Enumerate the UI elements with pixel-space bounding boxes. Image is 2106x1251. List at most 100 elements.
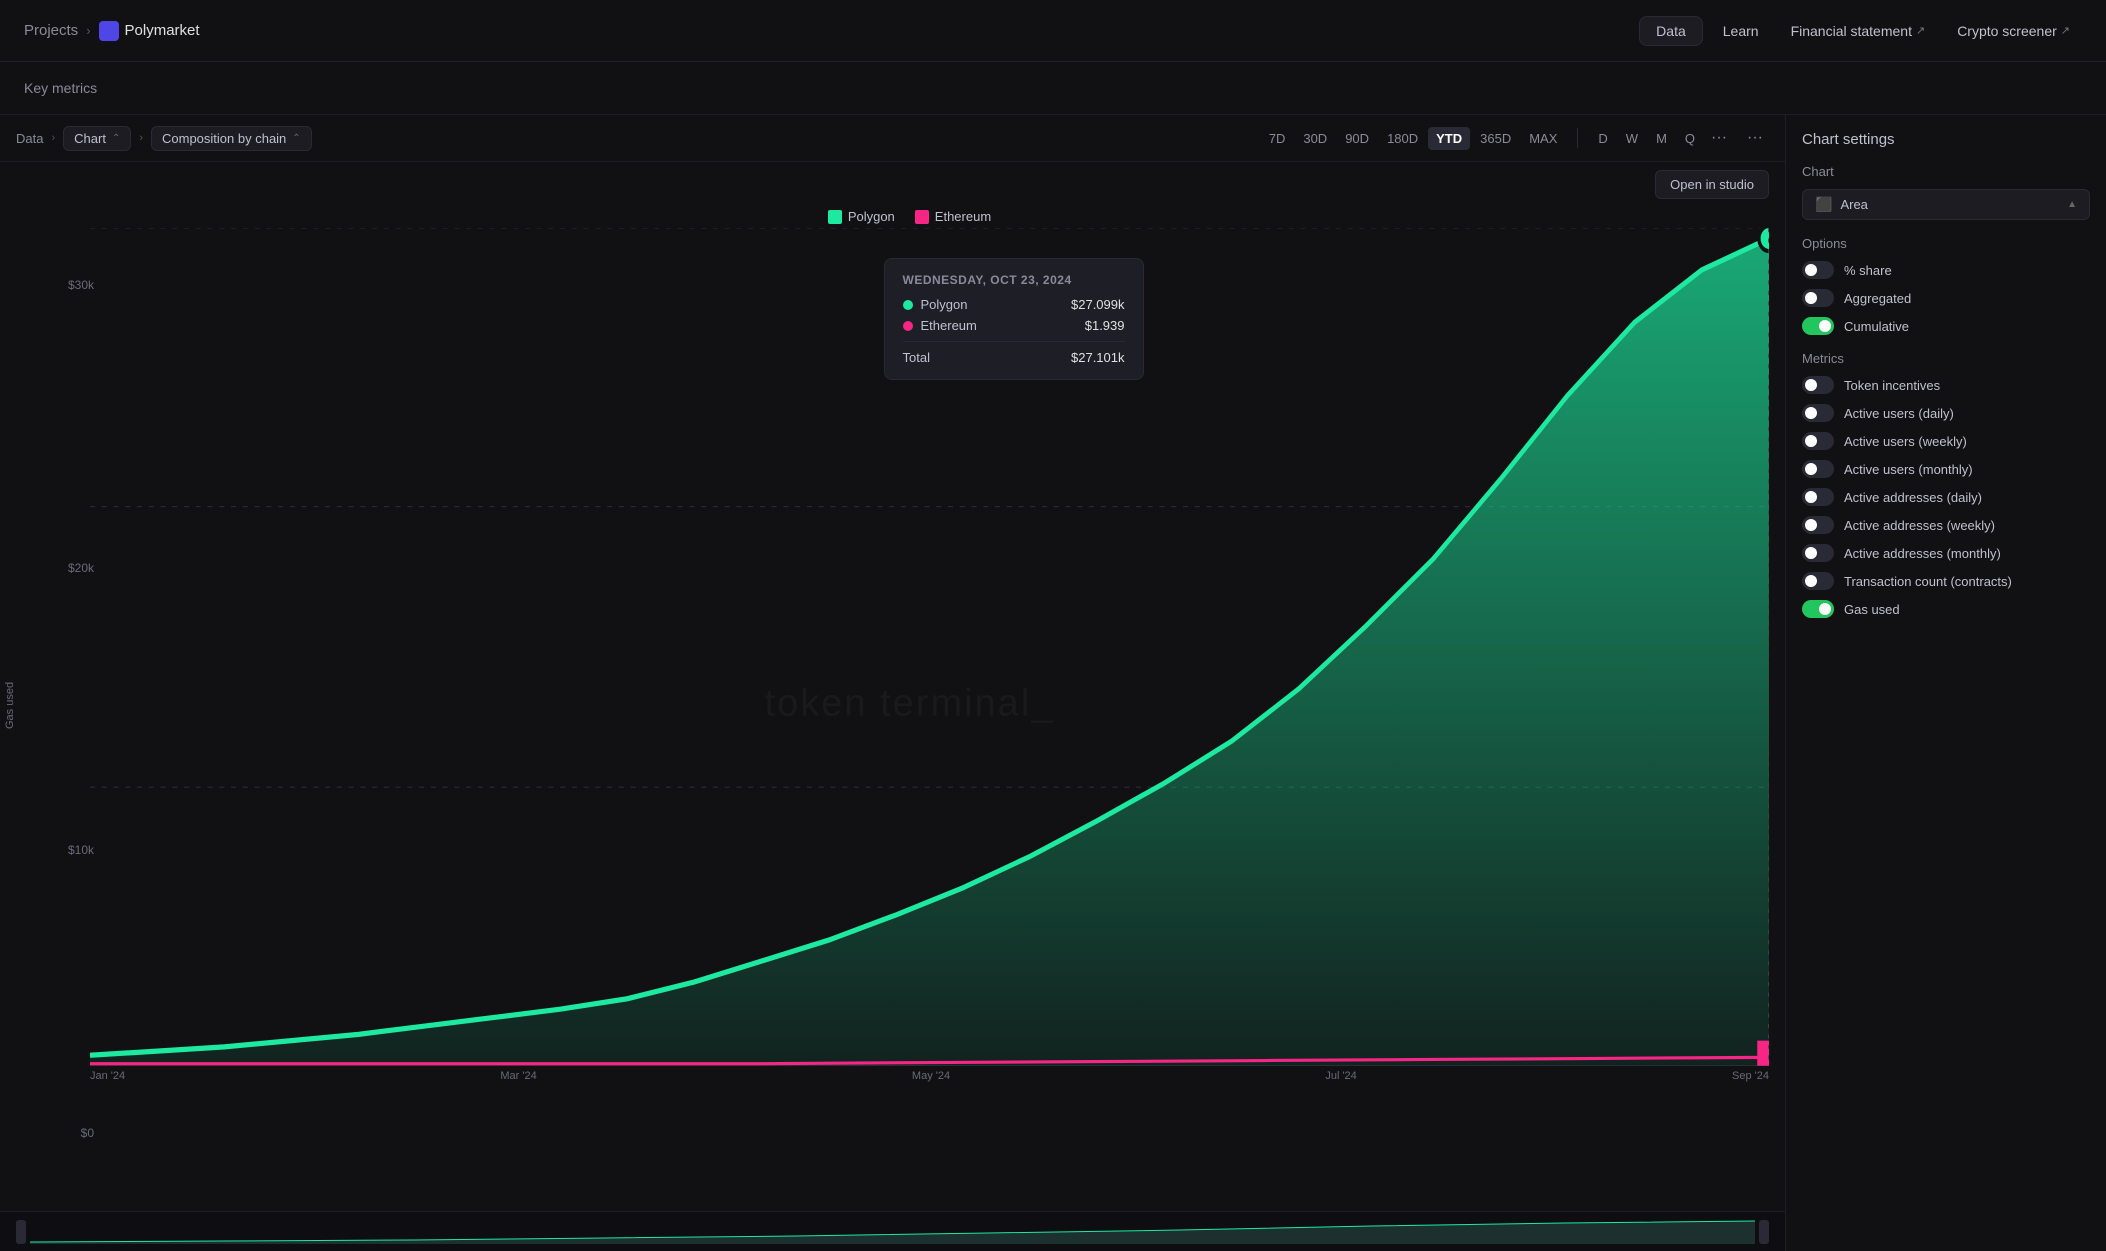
tooltip-dot-polygon <box>903 300 913 310</box>
y-axis-title: Gas used <box>4 199 16 1211</box>
tooltip-value-polygon: $27.099k <box>1071 297 1125 312</box>
y-label-0: $0 <box>81 1126 94 1140</box>
studio-btn-row: Open in studio <box>0 162 1785 199</box>
frequency-buttons: D W M Q ··· <box>1590 125 1733 151</box>
external-link-icon: ↗ <box>1916 24 1925 37</box>
toolbar-chevron-2: › <box>139 132 143 144</box>
crypto-screener-button[interactable]: Crypto screener ↗ <box>1945 17 2082 45</box>
open-in-studio-button[interactable]: Open in studio <box>1655 170 1769 199</box>
toolbar-chevron-1: › <box>51 132 55 144</box>
toggle-cumulative-btn[interactable] <box>1802 317 1834 335</box>
composition-selector[interactable]: Composition by chain ⌃ <box>151 126 312 151</box>
toggle-active-users-monthly-btn[interactable] <box>1802 460 1834 478</box>
toggle-active-users-daily-label: Active users (daily) <box>1844 406 1954 421</box>
metric-gas-used: Gas used <box>1802 600 2090 618</box>
y-axis-labels: $30k $20k $10k $0 <box>54 278 94 1140</box>
chart-section-label: Chart <box>1802 164 2090 179</box>
time-btn-30d[interactable]: 30D <box>1295 127 1335 150</box>
time-btn-7d[interactable]: 7D <box>1261 127 1294 150</box>
tooltip-total-label: Total <box>903 350 1064 365</box>
polymarket-icon <box>99 21 119 41</box>
topnav-right: Data Learn Financial statement ↗ Crypto … <box>1639 16 2082 46</box>
metric-active-users-weekly: Active users (weekly) <box>1802 432 2090 450</box>
mini-chart-area <box>0 1211 1785 1251</box>
financial-statement-button[interactable]: Financial statement ↗ <box>1779 17 1938 45</box>
legend-polygon: Polygon <box>828 209 895 224</box>
data-button[interactable]: Data <box>1639 16 1703 46</box>
x-label-sep: Sep '24 <box>1732 1070 1769 1082</box>
freq-btn-m[interactable]: M <box>1648 125 1675 151</box>
tooltip-total-value: $27.101k <box>1071 350 1125 365</box>
chart-type-dropdown[interactable]: ⬛ Area ▲ <box>1802 189 2090 220</box>
composition-label: Composition by chain <box>162 131 286 146</box>
time-btn-max[interactable]: MAX <box>1521 127 1565 150</box>
chart-type-caret: ▲ <box>2067 199 2077 210</box>
time-btn-365d[interactable]: 365D <box>1472 127 1519 150</box>
polygon-crosshair <box>1759 228 1769 251</box>
toggle-token-incentives-label: Token incentives <box>1844 378 1940 393</box>
chart-type-label: Area <box>1840 197 2059 212</box>
toggle-active-addresses-monthly-btn[interactable] <box>1802 544 1834 562</box>
tooltip-row-ethereum: Ethereum $1.939 <box>903 318 1125 333</box>
time-btn-ytd[interactable]: YTD <box>1428 127 1470 150</box>
freq-btn-q[interactable]: Q <box>1677 125 1703 151</box>
chart-legend: Polygon Ethereum <box>50 199 1769 228</box>
tooltip-dot-ethereum <box>903 321 913 331</box>
toolbar-data-label[interactable]: Data <box>16 131 43 146</box>
toolbar-divider <box>1577 128 1578 148</box>
toggle-active-addresses-daily-btn[interactable] <box>1802 488 1834 506</box>
toggle-active-users-daily-btn[interactable] <box>1802 404 1834 422</box>
mini-chart-handle-left[interactable] <box>16 1220 26 1244</box>
chart-container: Polygon Ethereum Gas used $30k $20k $10k <box>0 199 1785 1211</box>
y-label-20k: $20k <box>68 561 94 575</box>
toggle-transaction-count-btn[interactable] <box>1802 572 1834 590</box>
chart-toolbar: Data › Chart ⌃ › Composition by chain ⌃ … <box>0 115 1785 162</box>
key-metrics-label: Key metrics <box>24 80 97 96</box>
legend-label-ethereum: Ethereum <box>935 209 991 224</box>
toolbar-dots-button[interactable]: ··· <box>1741 125 1769 151</box>
x-axis: Jan '24 Mar '24 May '24 Jul '24 Sep '24 <box>90 1066 1769 1082</box>
metric-active-users-monthly: Active users (monthly) <box>1802 460 2090 478</box>
toggle-active-addresses-weekly-btn[interactable] <box>1802 516 1834 534</box>
freq-btn-d[interactable]: D <box>1590 125 1615 151</box>
tooltip-value-ethereum: $1.939 <box>1085 318 1125 333</box>
metric-active-addresses-monthly: Active addresses (monthly) <box>1802 544 2090 562</box>
mini-chart-handle-right[interactable] <box>1759 1220 1769 1244</box>
learn-button[interactable]: Learn <box>1711 17 1771 45</box>
tooltip-total: Total $27.101k <box>903 350 1125 365</box>
y-label-10k: $10k <box>68 843 94 857</box>
toggle-aggregated-btn[interactable] <box>1802 289 1834 307</box>
area-chart-icon: ⬛ <box>1815 196 1832 213</box>
time-buttons: 7D 30D 90D 180D YTD 365D MAX <box>1261 127 1566 150</box>
toggle-active-users-weekly-btn[interactable] <box>1802 432 1834 450</box>
time-btn-90d[interactable]: 90D <box>1337 127 1377 150</box>
project-name[interactable]: Polymarket <box>99 21 200 41</box>
tooltip-divider <box>903 341 1125 342</box>
external-link-icon-2: ↗ <box>2061 24 2070 37</box>
toggle-cumulative-label: Cumulative <box>1844 319 1909 334</box>
key-metrics-bar: Key metrics <box>0 62 2106 115</box>
projects-link[interactable]: Projects <box>24 22 78 39</box>
x-label-mar: Mar '24 <box>500 1070 536 1082</box>
tooltip-date: WEDNESDAY, OCT 23, 2024 <box>903 273 1125 287</box>
metrics-section-label: Metrics <box>1802 351 2090 366</box>
freq-btn-w[interactable]: W <box>1618 125 1646 151</box>
toggle-token-incentives-btn[interactable] <box>1802 376 1834 394</box>
breadcrumb-chevron-1: › <box>86 23 90 38</box>
right-panel: Chart settings Chart ⬛ Area ▲ Options % … <box>1786 115 2106 1251</box>
toggle-transaction-count-label: Transaction count (contracts) <box>1844 574 2012 589</box>
metric-transaction-count: Transaction count (contracts) <box>1802 572 2090 590</box>
toggle-gas-used-btn[interactable] <box>1802 600 1834 618</box>
chart-type-selector-toolbar[interactable]: Chart ⌃ <box>63 126 131 151</box>
time-btn-180d[interactable]: 180D <box>1379 127 1426 150</box>
legend-dot-ethereum <box>915 210 929 224</box>
toggle-active-addresses-monthly-label: Active addresses (monthly) <box>1844 546 2001 561</box>
panel-title: Chart settings <box>1802 131 2090 148</box>
more-options-button[interactable]: ··· <box>1705 125 1733 151</box>
legend-dot-polygon <box>828 210 842 224</box>
toggle-percent-share-btn[interactable] <box>1802 261 1834 279</box>
metric-active-addresses-weekly: Active addresses (weekly) <box>1802 516 2090 534</box>
breadcrumb: Projects › Polymarket <box>24 21 1627 41</box>
x-label-jan: Jan '24 <box>90 1070 125 1082</box>
x-label-may: May '24 <box>912 1070 950 1082</box>
